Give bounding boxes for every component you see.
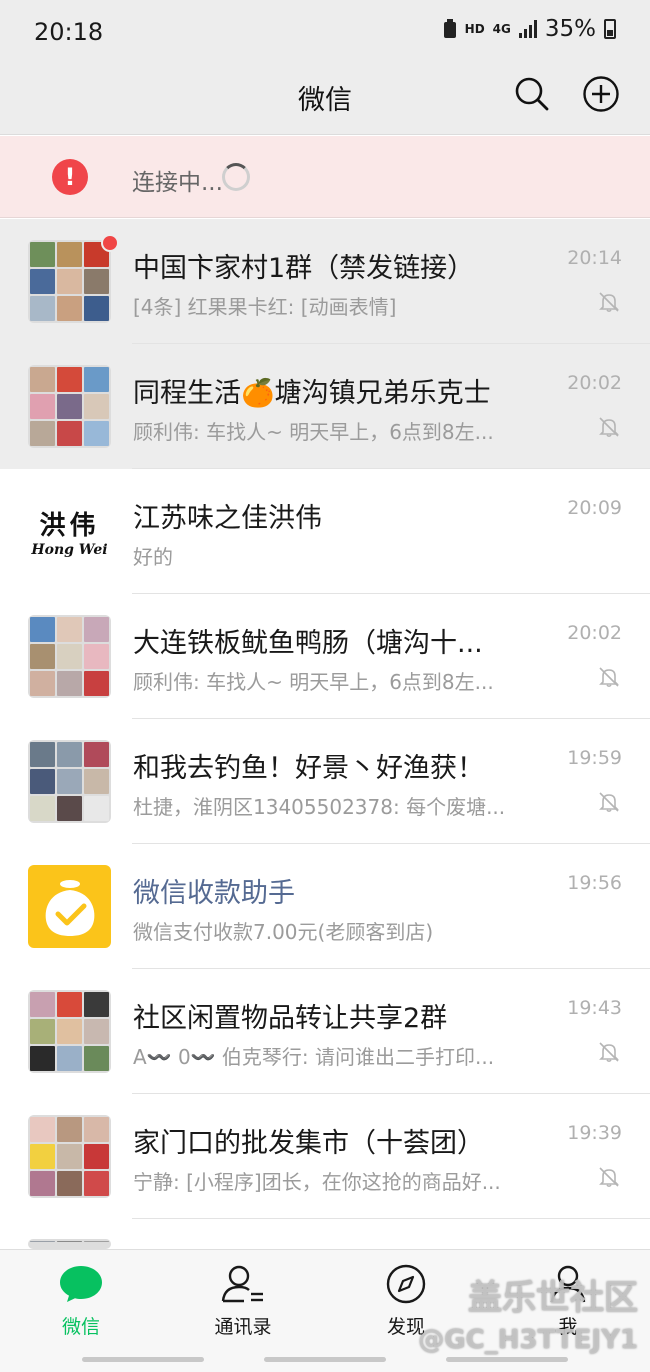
tab-contacts[interactable]: 通讯录 <box>183 1264 303 1339</box>
network-type: 4G <box>492 22 511 36</box>
contact-avatar: 洪伟 Hong Wei <box>28 490 111 573</box>
add-circle-icon[interactable] <box>581 74 621 114</box>
group-avatar <box>28 740 111 823</box>
battery-icon <box>604 19 616 39</box>
group-avatar <box>28 990 111 1073</box>
bell-muted-icon <box>599 292 619 313</box>
chat-name: 家门口的批发集市（十荟团） <box>133 1128 484 1159</box>
chat-preview: 微信支付收款7.00元(老顾客到店) <box>133 920 434 944</box>
unread-dot <box>101 234 119 252</box>
chat-row[interactable]: 大连铁板鱿鱼鸭肠（塘沟十... 顾利伟: 车找人~ 明天早上，6点到8左... … <box>0 594 650 719</box>
chat-time: 19:39 <box>567 1122 622 1144</box>
error-icon: ! <box>52 159 88 195</box>
group-avatar <box>28 365 111 448</box>
tab-label: 微信 <box>61 1316 100 1338</box>
bell-muted-icon <box>599 667 619 688</box>
chat-name: 微信收款助手 <box>133 878 295 909</box>
hd-indicator: HD <box>464 22 485 36</box>
contacts-icon <box>221 1265 263 1303</box>
bell-muted-icon <box>599 1042 619 1063</box>
chat-name: 同程生活🍊塘沟镇兄弟乐克士 <box>133 378 491 409</box>
chat-row[interactable]: 洪伟 Hong Wei 江苏味之佳洪伟 好的 20:09 <box>0 469 650 594</box>
status-bar: 20:18 HD 4G 35% <box>0 0 650 62</box>
loading-spinner-icon <box>222 163 250 191</box>
connection-banner[interactable]: ! 连接中... <box>0 136 650 218</box>
chat-preview: [4条] 红果果卡红: [动画表情] <box>133 295 397 319</box>
chat-list: 中国卞家村1群（禁发链接） [4条] 红果果卡红: [动画表情] 20:14 同… <box>0 219 650 1344</box>
bell-muted-icon <box>599 792 619 813</box>
chat-bubble-icon <box>60 1266 102 1302</box>
watermark: 盖乐世社区 @GC_H3TTEJY1 <box>418 1270 638 1355</box>
chat-preview: A〰️ 0〰️ 伯克琴行: 请问谁出二手打印... <box>133 1045 495 1069</box>
chat-name: 江苏味之佳洪伟 <box>133 503 322 534</box>
signal-icon <box>518 20 537 38</box>
chat-time: 20:09 <box>567 497 622 519</box>
avatar-calligraphy: 洪伟 <box>39 511 100 541</box>
bell-muted-icon <box>599 1167 619 1188</box>
gesture-bar <box>82 1357 204 1362</box>
battery-percent: 35% <box>544 16 596 42</box>
group-avatar <box>28 240 111 323</box>
group-avatar <box>28 615 111 698</box>
chat-time: 19:56 <box>567 872 622 894</box>
page-title: 微信 <box>298 85 352 116</box>
chat-time: 19:59 <box>567 747 622 769</box>
chat-preview: 宁静: [小程序]团长，在你这抢的商品好... <box>133 1170 501 1194</box>
watermark-title: 盖乐世社区 <box>468 1278 638 1318</box>
payment-assistant-avatar <box>28 865 111 948</box>
group-avatar <box>28 1239 111 1249</box>
chat-row[interactable]: 同程生活🍊塘沟镇兄弟乐克士 顾利伟: 车找人~ 明天早上，6点到8左... 20… <box>0 344 650 469</box>
chat-row[interactable]: 社区闲置物品转让共享2群 A〰️ 0〰️ 伯克琴行: 请问谁出二手打印... 1… <box>0 969 650 1094</box>
chat-row[interactable]: 微信收款助手 微信支付收款7.00元(老顾客到店) 19:56 <box>0 844 650 969</box>
status-indicators: HD 4G 35% <box>443 16 616 42</box>
group-avatar <box>28 1115 111 1198</box>
search-icon[interactable] <box>512 74 552 114</box>
chat-preview: 顾利伟: 车找人~ 明天早上，6点到8左... <box>133 670 494 694</box>
gesture-bar <box>446 1357 568 1362</box>
money-bag-icon <box>45 879 94 936</box>
chat-time: 19:43 <box>567 997 622 1019</box>
status-time: 20:18 <box>34 18 104 46</box>
tab-label: 通讯录 <box>214 1316 272 1338</box>
chat-time: 20:02 <box>567 622 622 644</box>
avatar-signature: Hong Wei <box>31 542 108 558</box>
watermark-handle: @GC_H3TTEJY1 <box>418 1325 638 1355</box>
chat-row[interactable]: 中国卞家村1群（禁发链接） [4条] 红果果卡红: [动画表情] 20:14 <box>0 219 650 344</box>
chat-name: 大连铁板鱿鱼鸭肠（塘沟十... <box>133 628 483 659</box>
chat-time: 20:14 <box>567 247 622 269</box>
tab-chats[interactable]: 微信 <box>21 1264 141 1339</box>
recycle-icon <box>443 19 456 38</box>
chat-name: 和我去钓鱼！好景丶好渔获！ <box>133 753 484 784</box>
chat-preview: 好的 <box>133 545 173 569</box>
chat-name: 中国卞家村1群（禁发链接） <box>133 253 475 284</box>
chat-row[interactable]: 家门口的批发集市（十荟团） 宁静: [小程序]团长，在你这抢的商品好... 19… <box>0 1094 650 1219</box>
bell-muted-icon <box>599 417 619 438</box>
connection-status-text: 连接中... <box>132 170 223 196</box>
chat-time: 20:02 <box>567 372 622 394</box>
chat-name: 社区闲置物品转让共享2群 <box>133 1003 448 1034</box>
chat-row[interactable]: 和我去钓鱼！好景丶好渔获！ 杜捷，淮阴区13405502378: 每个废塘...… <box>0 719 650 844</box>
gesture-bar <box>264 1357 386 1362</box>
header: 微信 <box>0 62 650 135</box>
chat-preview: 顾利伟: 车找人~ 明天早上，6点到8左... <box>133 420 494 444</box>
chat-preview: 杜捷，淮阴区13405502378: 每个废塘... <box>133 795 506 819</box>
